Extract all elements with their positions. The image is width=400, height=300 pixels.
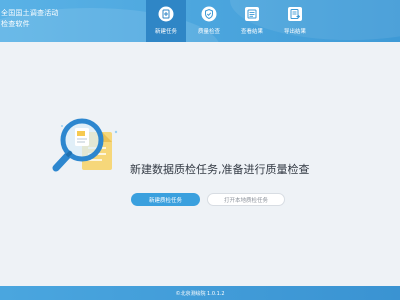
- nav-label: 导出结果: [283, 29, 306, 35]
- new-task-button[interactable]: 新建质检任务: [131, 193, 200, 206]
- main-nav: 新建任务 质量检查 查看结果 导出结果: [146, 0, 318, 42]
- app-header: 全国国土调查活动 检查软件 新建任务 质量检查 查看结果 导出结果: [0, 0, 400, 42]
- page-headline: 新建数据质检任务,准备进行质量检查: [130, 163, 310, 176]
- shield-check-icon: [200, 5, 218, 23]
- nav-quality-check[interactable]: 质量检查: [189, 0, 229, 42]
- document-plus-icon: [157, 5, 175, 23]
- nav-export-results[interactable]: 导出结果: [275, 0, 315, 42]
- magnifier-document-icon: [50, 112, 130, 192]
- status-footer: ©北京测绘院 1.0.1.2: [0, 286, 400, 300]
- main-content: 新建数据质检任务,准备进行质量检查 新建质检任务 打开本地质检任务: [0, 42, 400, 286]
- nav-new-task[interactable]: 新建任务: [146, 0, 186, 42]
- version-text: ©北京测绘院 1.0.1.2: [175, 290, 225, 297]
- app-title-line2: 检查软件: [1, 20, 30, 28]
- nav-label: 查看结果: [240, 29, 263, 35]
- nav-label: 新建任务: [154, 29, 177, 35]
- nav-label: 质量检查: [197, 29, 220, 35]
- list-view-icon: [243, 5, 261, 23]
- app-title: 全国国土调查活动 检查软件: [1, 8, 59, 30]
- app-title-line1: 全国国土调查活动: [1, 9, 59, 17]
- export-document-icon: [286, 5, 304, 23]
- nav-view-results[interactable]: 查看结果: [232, 0, 272, 42]
- open-local-task-button[interactable]: 打开本地质检任务: [207, 193, 285, 206]
